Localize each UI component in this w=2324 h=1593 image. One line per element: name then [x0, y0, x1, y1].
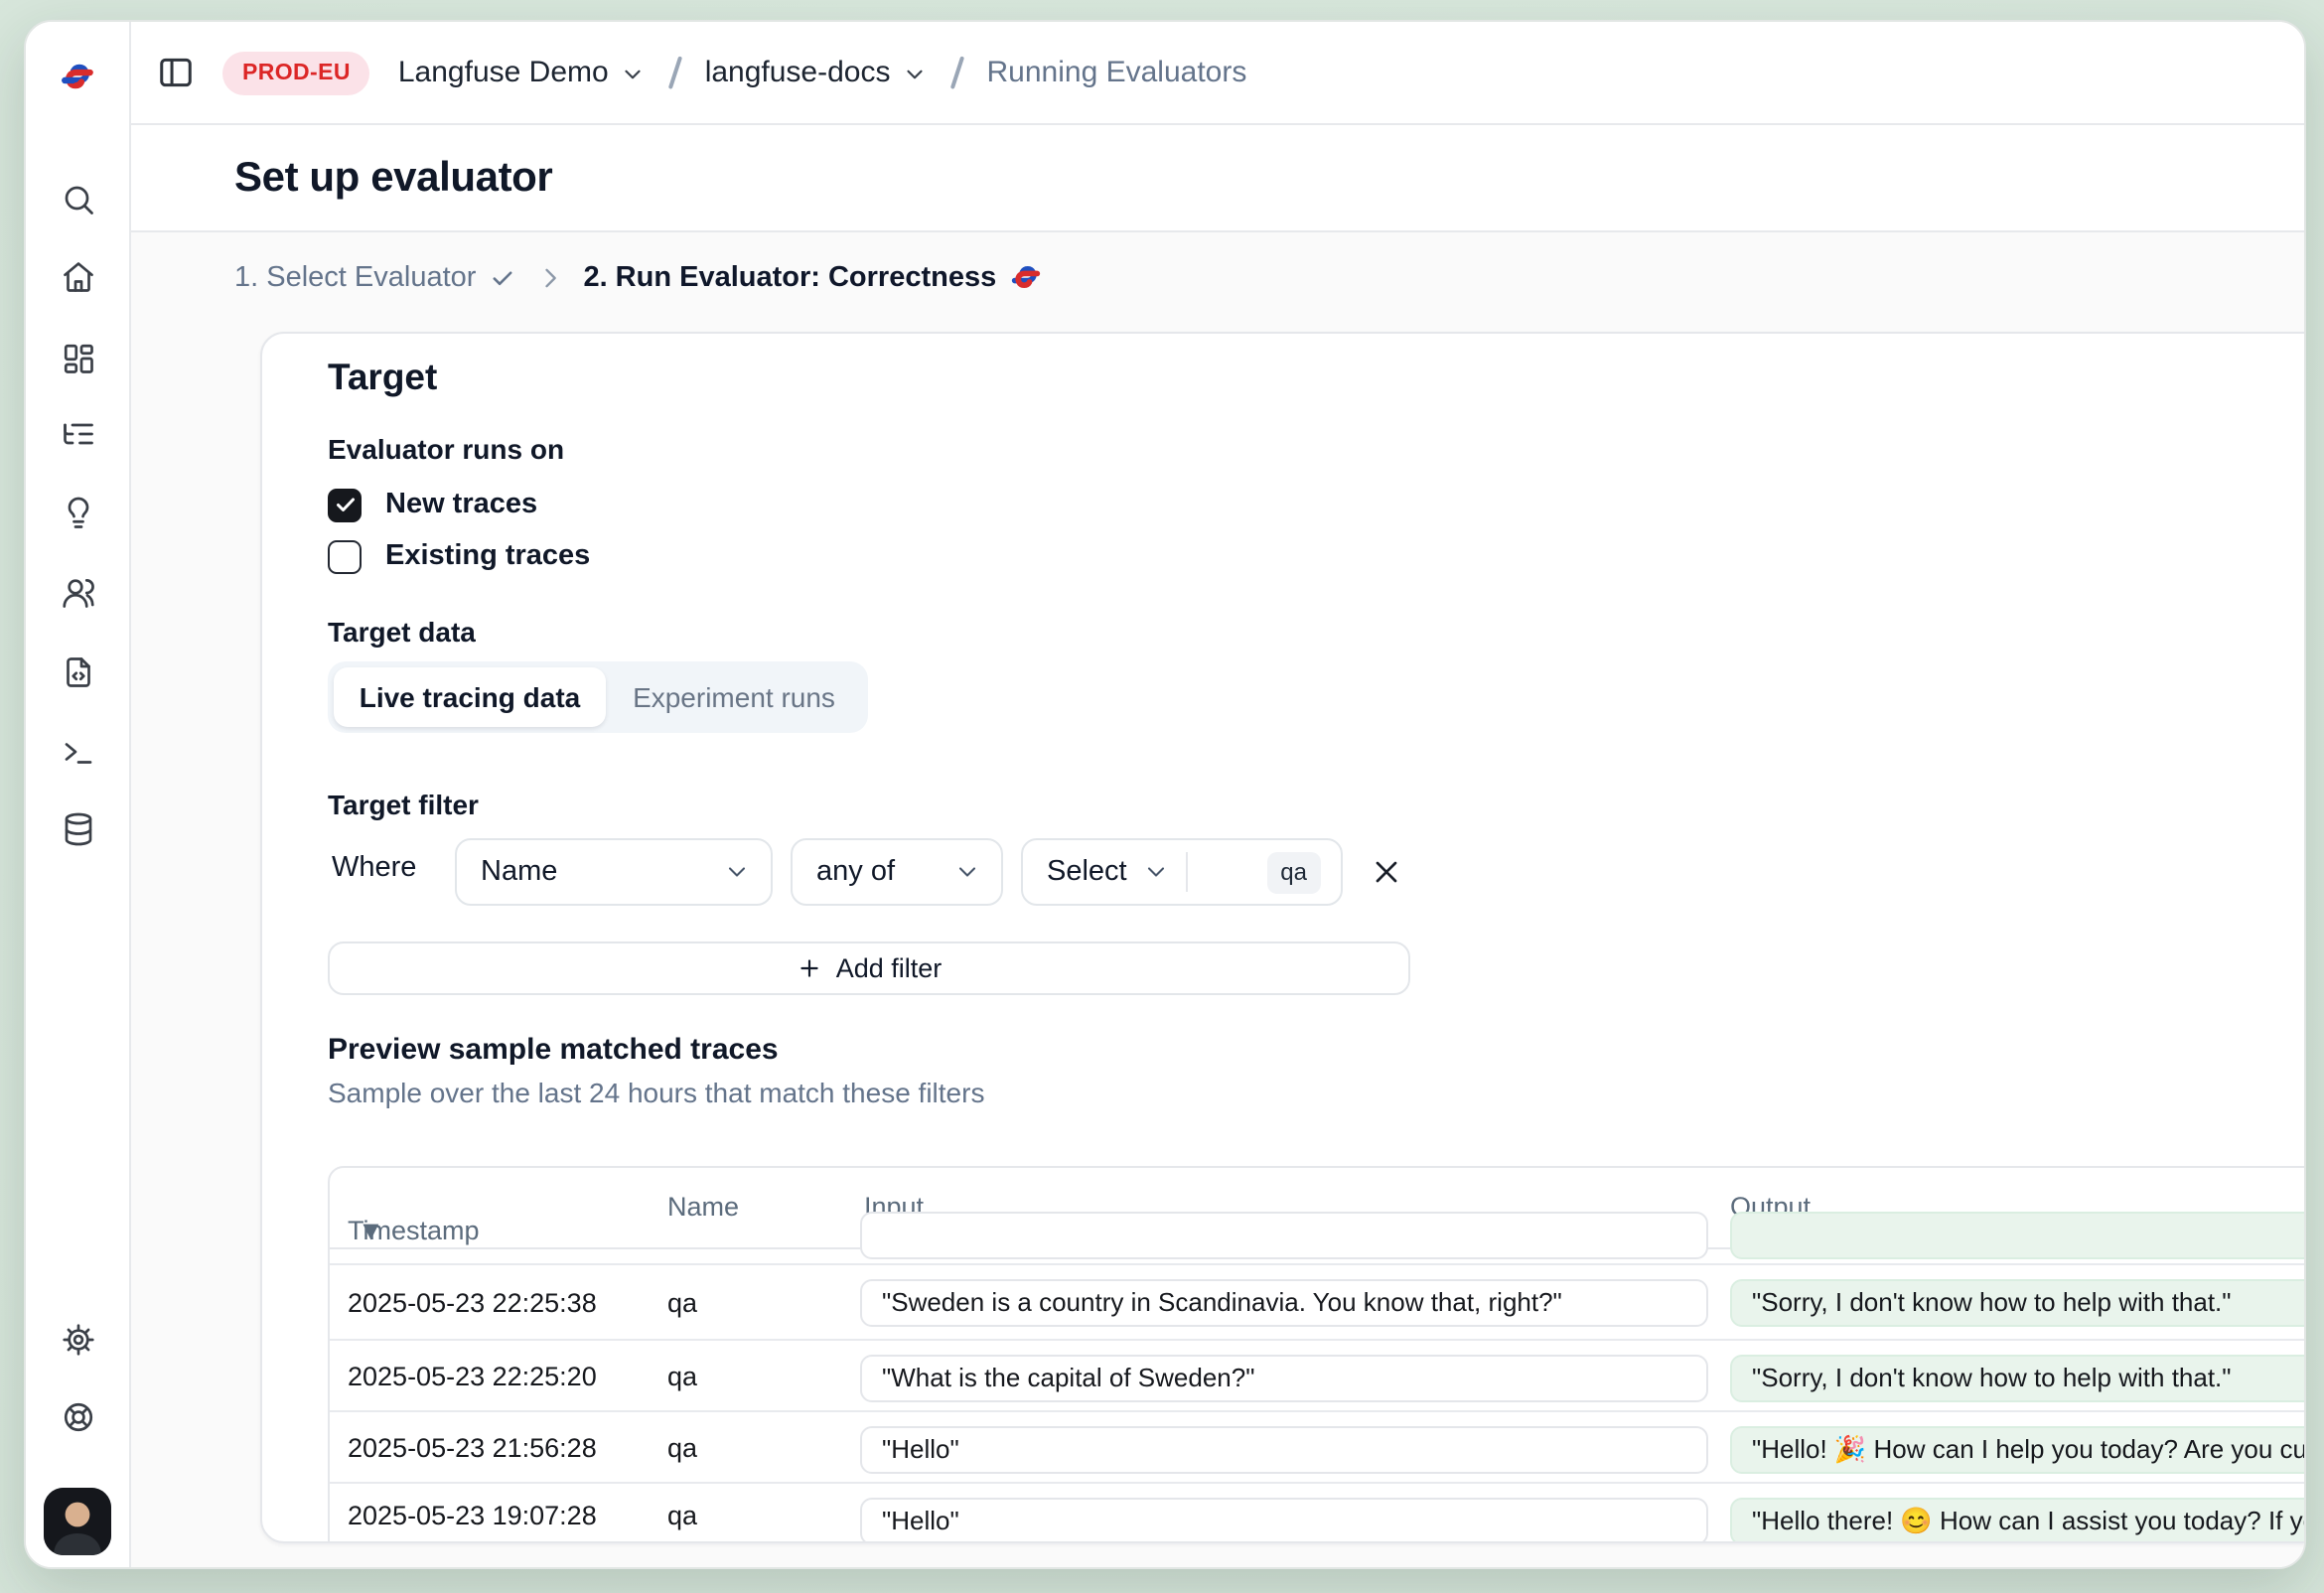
sort-desc-icon: ▼	[358, 1216, 384, 1245]
step-label: 2. Run Evaluator: Correctness	[583, 261, 996, 293]
tracing-tree-icon[interactable]	[59, 414, 96, 452]
output-cell: "Sorry, I don't know how to help with th…	[1730, 1279, 2306, 1327]
target-data-tabs: Live tracing data Experiment runs	[328, 661, 868, 733]
search-icon[interactable]	[59, 180, 96, 217]
breadcrumb-bar: PROD-EU Langfuse Demo langfuse-docs Runn…	[131, 22, 2304, 125]
output-cell	[1730, 1212, 2306, 1259]
breadcrumb-slash	[669, 56, 682, 88]
plus-icon	[797, 955, 822, 981]
filter-operator-select[interactable]: any of	[791, 838, 1003, 906]
table-row-partial[interactable]	[330, 1249, 2306, 1265]
timestamp-cell: 2025-05-23 21:56:28	[348, 1432, 597, 1462]
input-cell: "Hello"	[860, 1426, 1708, 1474]
timestamp-cell: 2025-05-23 22:25:38	[348, 1287, 597, 1317]
settings-gear-icon[interactable]	[59, 1320, 96, 1358]
checkbox-row-existing-traces: Existing traces	[328, 534, 590, 578]
page-header: Set up evaluator	[131, 125, 2304, 232]
datasets-database-icon[interactable]	[59, 809, 96, 847]
breadcrumb-slash	[950, 56, 963, 88]
desktop: PROD-EU Langfuse Demo langfuse-docs Runn…	[0, 0, 2324, 1593]
table-row[interactable]: 2025-05-23 21:56:28 qa "Hello" "Hello! 🎉…	[330, 1412, 2306, 1484]
sidebar-toggle-icon[interactable]	[157, 54, 195, 91]
table-row[interactable]: 2025-05-23 19:07:28 qa "Hello" "Hello th…	[330, 1484, 2306, 1543]
home-icon[interactable]	[59, 257, 96, 295]
checkbox-label: New traces	[385, 489, 537, 520]
filter-value-chip: qa	[1266, 851, 1321, 893]
main-area: 1. Select Evaluator 2. Run Evaluator: Co…	[131, 232, 2304, 1567]
terminal-icon[interactable]	[59, 732, 96, 770]
input-cell: "Sweden is a country in Scandinavia. You…	[860, 1279, 1708, 1327]
project-switcher[interactable]: langfuse-docs	[705, 56, 929, 89]
chevron-down-icon	[1143, 858, 1171, 886]
add-filter-label: Add filter	[836, 953, 943, 983]
sidebar-rail	[26, 22, 131, 1567]
chevron-down-icon	[953, 858, 981, 886]
add-filter-button[interactable]: Add filter	[328, 941, 1410, 995]
page-title: Set up evaluator	[234, 154, 552, 202]
preview-subtitle: Sample over the last 24 hours that match…	[328, 1077, 984, 1108]
runs-on-label: Evaluator runs on	[328, 433, 564, 465]
filter-value-select[interactable]: Select qa	[1021, 838, 1343, 906]
select-divider	[1187, 852, 1189, 892]
filter-row: Where Name any of Select qa	[262, 838, 2306, 906]
org-switcher[interactable]: Langfuse Demo	[398, 56, 647, 89]
chevron-down-icon	[621, 62, 647, 87]
existing-traces-checkbox[interactable]	[328, 539, 362, 573]
chevron-down-icon	[903, 62, 929, 87]
name-cell: qa	[667, 1432, 697, 1462]
dashboards-icon[interactable]	[59, 339, 96, 376]
tab-experiment-runs[interactable]: Experiment runs	[606, 667, 862, 727]
wizard-steps: 1. Select Evaluator 2. Run Evaluator: Co…	[234, 260, 1042, 294]
breadcrumb-page: Running Evaluators	[987, 56, 1247, 89]
input-cell	[860, 1212, 1708, 1259]
chevron-right-icon	[535, 263, 563, 291]
filter-operator-value: any of	[816, 856, 895, 888]
checkbox-row-new-traces: New traces	[328, 483, 537, 526]
step-select-evaluator[interactable]: 1. Select Evaluator	[234, 261, 515, 293]
name-cell: qa	[667, 1361, 697, 1390]
user-avatar[interactable]	[44, 1488, 111, 1555]
name-cell: qa	[667, 1501, 697, 1530]
filter-value-placeholder: Select	[1047, 856, 1127, 888]
new-traces-checkbox[interactable]	[328, 488, 362, 521]
target-filter-label: Target filter	[328, 789, 479, 820]
section-title: Target	[328, 356, 437, 399]
input-cell: "Hello"	[860, 1498, 1708, 1543]
preview-table: Timestamp▼ Name Input Output 2025-05-23 …	[328, 1166, 2306, 1543]
name-cell: qa	[667, 1287, 697, 1317]
output-cell: "Hello there! 😊 How can I assist you tod…	[1730, 1498, 2306, 1543]
filter-column-select[interactable]: Name	[455, 838, 773, 906]
timestamp-cell: 2025-05-23 19:07:28	[348, 1501, 597, 1530]
filter-where-label: Where	[332, 852, 416, 884]
filter-column-value: Name	[481, 856, 557, 888]
target-data-label: Target data	[328, 616, 476, 648]
column-header-name[interactable]: Name	[667, 1192, 739, 1222]
target-card: Target Evaluator runs on New traces Exis…	[260, 332, 2306, 1543]
preview-title: Preview sample matched traces	[328, 1033, 779, 1067]
check-icon	[488, 263, 515, 291]
tab-live-tracing-data[interactable]: Live tracing data	[334, 667, 606, 727]
chevron-down-icon	[723, 858, 751, 886]
checkbox-label: Existing traces	[385, 540, 590, 572]
step-label: 1. Select Evaluator	[234, 261, 476, 293]
environment-badge[interactable]: PROD-EU	[222, 51, 370, 94]
timestamp-cell: 2025-05-23 22:25:20	[348, 1361, 597, 1390]
users-icon[interactable]	[59, 573, 96, 611]
langfuse-logo-icon[interactable]	[59, 57, 96, 94]
table-row[interactable]: 2025-05-23 22:25:38 qa "Sweden is a coun…	[330, 1265, 2306, 1341]
org-name: Langfuse Demo	[398, 56, 609, 89]
step-run-evaluator[interactable]: 2. Run Evaluator: Correctness	[583, 260, 1042, 294]
prompts-lightbulb-icon[interactable]	[59, 494, 96, 531]
output-cell: "Hello! 🎉 How can I help you today? Are …	[1730, 1426, 2306, 1474]
remove-filter-button[interactable]	[1369, 854, 1404, 890]
input-cell: "What is the capital of Sweden?"	[860, 1355, 1708, 1402]
project-name: langfuse-docs	[705, 56, 891, 89]
output-cell: "Sorry, I don't know how to help with th…	[1730, 1355, 2306, 1402]
table-row[interactable]: 2025-05-23 22:25:20 qa "What is the capi…	[330, 1341, 2306, 1412]
support-lifebuoy-icon[interactable]	[59, 1397, 96, 1435]
file-code-icon[interactable]	[59, 652, 96, 690]
langfuse-logo-icon	[1008, 260, 1042, 294]
app-window: PROD-EU Langfuse Demo langfuse-docs Runn…	[24, 20, 2306, 1569]
